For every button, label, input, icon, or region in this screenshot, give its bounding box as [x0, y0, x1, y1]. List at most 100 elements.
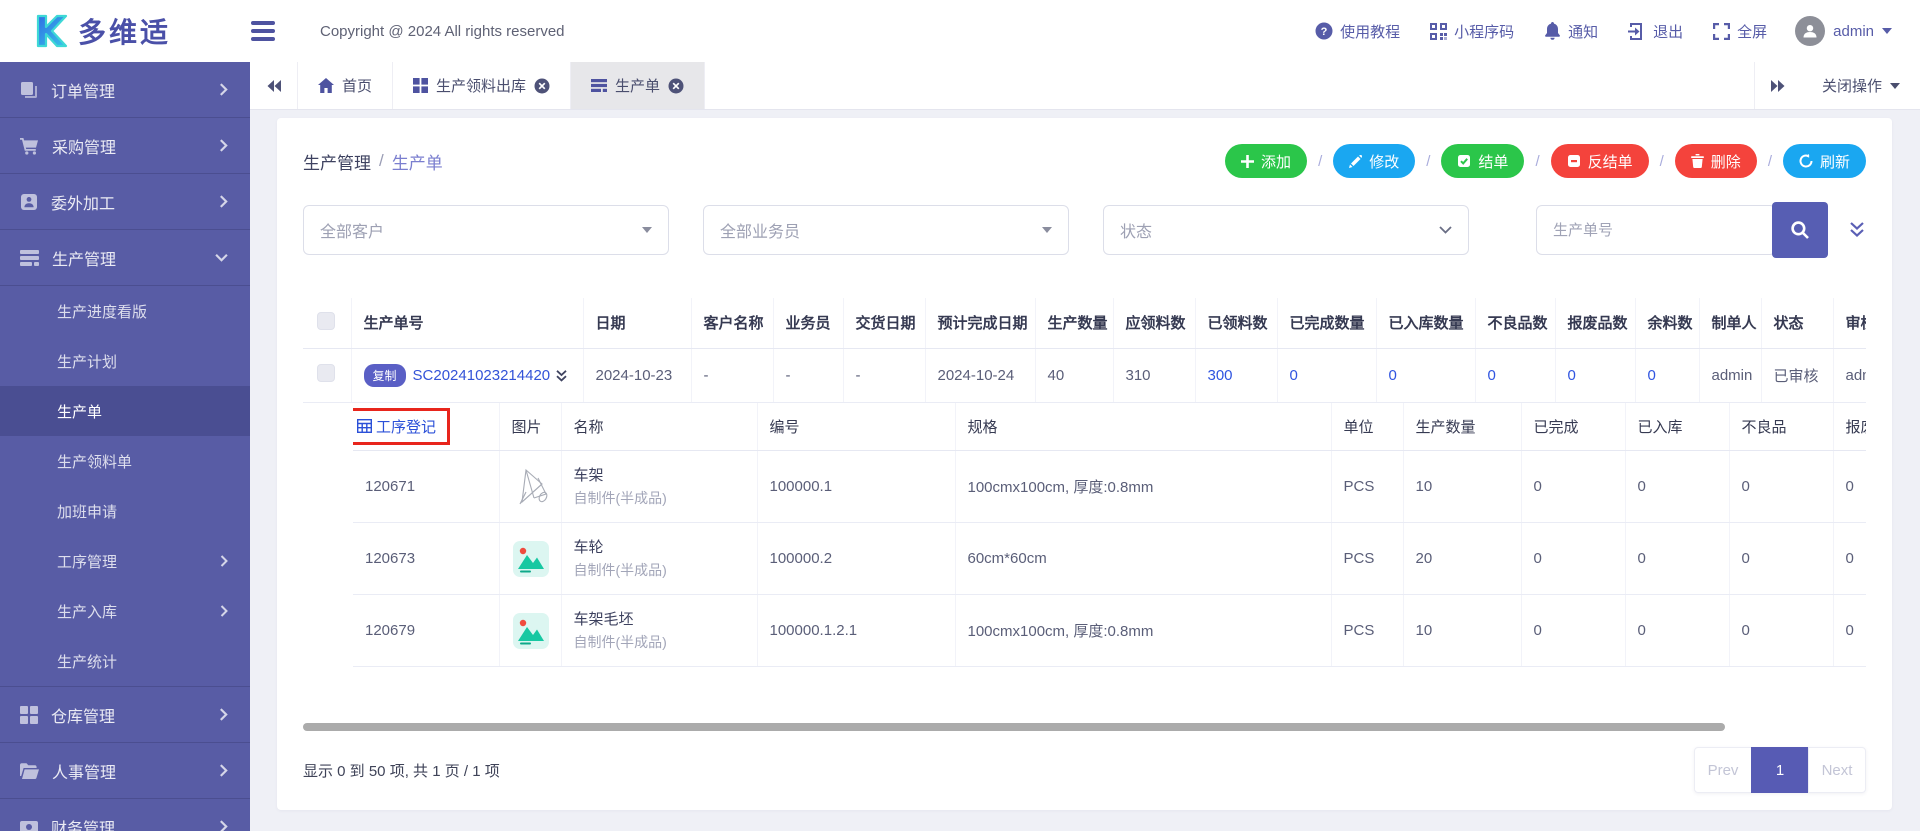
app-logo[interactable]: 多维适: [0, 11, 232, 51]
sidebar-item-production-stats[interactable]: 生产统计: [0, 636, 250, 686]
surplus-qty-link[interactable]: 0: [1635, 348, 1699, 402]
horizontal-scrollbar-thumb[interactable]: [303, 723, 1725, 731]
prev-page-button[interactable]: Prev: [1694, 747, 1752, 793]
process-register-wrap: 工序登记: [355, 410, 446, 443]
sidebar-item-finance-mgmt[interactable]: 财务管理: [0, 799, 250, 831]
next-page-button[interactable]: Next: [1808, 747, 1866, 793]
collapse-filters-button[interactable]: [1848, 222, 1866, 238]
grid-icon: [413, 78, 428, 93]
search-button[interactable]: [1772, 202, 1828, 258]
toolbar: 添加 / 修改 / 结单 / 反结单: [1225, 144, 1866, 178]
status-select[interactable]: 状态: [1103, 205, 1469, 255]
defective-qty-link[interactable]: 0: [1475, 348, 1555, 402]
fullscreen-icon: [1713, 23, 1730, 40]
select-all-checkbox[interactable]: [317, 312, 335, 330]
subtable-row: 120673: [353, 523, 1866, 595]
horizontal-scrollbar-track: [303, 723, 1866, 731]
order-no-input[interactable]: [1536, 205, 1776, 255]
stored-qty-link[interactable]: 0: [1376, 348, 1475, 402]
tabs-scroll-right-button[interactable]: [1754, 62, 1802, 109]
sidebar-item-production-board[interactable]: 生产进度看版: [0, 286, 250, 336]
edit-button[interactable]: 修改: [1333, 144, 1415, 178]
caret-down-icon: [642, 227, 652, 233]
search-icon: [1790, 220, 1810, 240]
breadcrumb-parent[interactable]: 生产管理: [303, 149, 371, 174]
chevron-right-icon: [219, 195, 228, 208]
breadcrumb: 生产管理 / 生产单: [303, 149, 443, 174]
bell-icon: [1544, 22, 1561, 40]
order-items-subtable: 工序登记 图片 名称 编号 规格 单位 生产数量 已完成: [353, 403, 1866, 668]
user-menu[interactable]: admin: [1795, 16, 1892, 46]
row-checkbox[interactable]: [317, 364, 335, 382]
close-order-button[interactable]: 结单: [1441, 144, 1524, 178]
add-button[interactable]: 添加: [1225, 144, 1307, 178]
sidebar-item-overtime-application[interactable]: 加班申请: [0, 486, 250, 536]
help-link[interactable]: ? 使用教程: [1315, 21, 1400, 42]
home-icon: [318, 78, 334, 93]
scrapped-qty-link[interactable]: 0: [1555, 348, 1635, 402]
process-register-link[interactable]: 工序登记: [357, 416, 436, 437]
list-rows-icon: [591, 79, 607, 92]
content-area: 首页 生产领料出库 生产单: [250, 62, 1920, 831]
completed-qty-link[interactable]: 0: [1277, 348, 1376, 402]
logo-text: 多维适: [78, 11, 171, 51]
caret-down-icon: [1042, 227, 1052, 233]
sidebar-item-production-mgmt[interactable]: 生产管理: [0, 230, 250, 286]
production-order-panel: 生产管理 / 生产单 添加 / 修改 /: [277, 118, 1892, 810]
chevron-right-icon: [219, 83, 228, 96]
customer-select[interactable]: 全部客户: [303, 205, 669, 255]
chevron-down-icon: [1439, 226, 1452, 234]
sidebar-item-material-requisition[interactable]: 生产领料单: [0, 436, 250, 486]
folder-open-icon: [20, 763, 39, 779]
breadcrumb-current: 生产单: [392, 149, 443, 174]
tab-material-outbound[interactable]: 生产领料出库: [393, 62, 571, 109]
delete-button[interactable]: 删除: [1675, 144, 1757, 178]
miniprogram-link[interactable]: 小程序码: [1430, 21, 1514, 42]
chevron-down-icon: [1890, 83, 1900, 89]
product-image-sketch[interactable]: [512, 464, 549, 510]
order-row: 复制SC20241023214420 2024-10-23 - - - 2024…: [303, 348, 1866, 402]
sidebar-item-outsourcing[interactable]: 委外加工: [0, 174, 250, 230]
close-tab-icon[interactable]: [534, 78, 550, 94]
sidebar-item-warehouse-mgmt[interactable]: 仓库管理: [0, 687, 250, 743]
file-copy-icon: [20, 81, 38, 99]
subtable-row: 120679: [353, 595, 1866, 667]
sidebar-item-purchase-mgmt[interactable]: 采购管理: [0, 118, 250, 174]
salesman-select[interactable]: 全部业务员: [703, 205, 1069, 255]
sidebar-item-production-plan[interactable]: 生产计划: [0, 336, 250, 386]
chevron-right-icon: [219, 820, 228, 831]
close-operations-dropdown[interactable]: 关闭操作: [1802, 62, 1920, 109]
svg-text:?: ?: [1321, 26, 1328, 38]
menu-toggle-button[interactable]: [248, 19, 278, 43]
fullscreen-link[interactable]: 全屏: [1713, 21, 1767, 42]
filter-bar: 全部客户 全部业务员 状态: [303, 202, 1866, 258]
notifications-link[interactable]: 通知: [1544, 21, 1598, 42]
orders-table: 生产单号 日期 客户名称 业务员 交货日期 预计完成日期 生产数量 应领料数 已…: [303, 298, 1866, 403]
sidebar-item-production-order[interactable]: 生产单: [0, 386, 250, 436]
pagination: Prev 1 Next: [1694, 747, 1866, 793]
sidebar-item-production-instock[interactable]: 生产入库: [0, 586, 250, 636]
chevron-right-icon: [219, 139, 228, 152]
image-placeholder-icon[interactable]: [512, 612, 549, 650]
logout-icon: [1628, 23, 1646, 40]
picked-qty-link[interactable]: 300: [1195, 348, 1277, 402]
cart-icon: [20, 137, 39, 155]
reverse-close-order-button[interactable]: 反结单: [1551, 144, 1649, 178]
tab-home[interactable]: 首页: [298, 62, 393, 109]
refresh-button[interactable]: 刷新: [1783, 144, 1866, 178]
sidebar-item-hr-mgmt[interactable]: 人事管理: [0, 743, 250, 799]
image-placeholder-icon[interactable]: [512, 540, 549, 578]
sidebar-item-order-mgmt[interactable]: 订单管理: [0, 62, 250, 118]
order-no-link[interactable]: SC20241023214420: [413, 367, 551, 384]
tabs-scroll-left-button[interactable]: [250, 62, 298, 109]
close-tab-icon[interactable]: [668, 78, 684, 94]
table-footer: 显示 0 到 50 项, 共 1 页 / 1 项 Prev 1 Next: [303, 747, 1866, 793]
qrcode-icon: [1430, 23, 1447, 40]
tab-production-order[interactable]: 生产单: [571, 62, 705, 109]
sidebar-item-process-mgmt[interactable]: 工序管理: [0, 536, 250, 586]
logo-k-icon: [30, 13, 70, 49]
copy-badge[interactable]: 复制: [364, 364, 406, 387]
expand-row-icon[interactable]: [555, 370, 568, 382]
page-1-button[interactable]: 1: [1751, 747, 1809, 793]
logout-link[interactable]: 退出: [1628, 21, 1683, 42]
